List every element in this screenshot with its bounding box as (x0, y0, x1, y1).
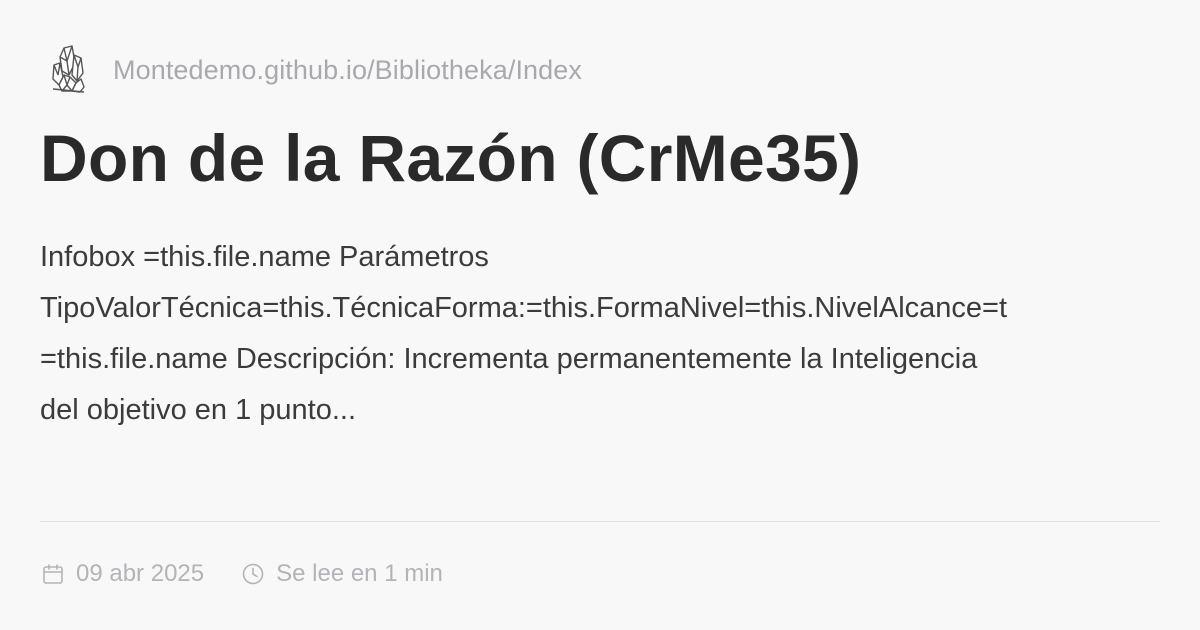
description-line: Infobox =this.file.name Parámetros (40, 241, 489, 273)
divider (40, 521, 1160, 522)
clock-icon (240, 561, 266, 587)
description-line: TipoValorTécnica=this.TécnicaForma:=this… (40, 292, 1008, 324)
calendar-icon (40, 561, 66, 587)
post-meta: 09 abr 2025 Se lee en 1 min (40, 556, 479, 592)
crystal-cluster-icon (48, 42, 88, 98)
description-line: =this.file.name Descripción: Incrementa … (40, 343, 978, 375)
description-line: del objetivo en 1 punto... (40, 394, 357, 426)
page-title: Don de la Razón (CrMe35) (40, 121, 862, 195)
post-date: 09 abr 2025 (76, 560, 205, 587)
date-meta: 09 abr 2025 (40, 560, 204, 588)
og-card: Montedemo.github.io/Bibliotheka/Index Do… (40, 40, 1160, 590)
reading-time-meta: Se lee en 1 min (240, 560, 443, 588)
site-name[interactable]: Montedemo.github.io/Bibliotheka/Index (113, 55, 582, 86)
site-header: Montedemo.github.io/Bibliotheka/Index (48, 42, 582, 98)
page-description: Infobox =this.file.name Parámetros TipoV… (40, 232, 1160, 452)
reading-time: Se lee en 1 min (276, 560, 443, 587)
